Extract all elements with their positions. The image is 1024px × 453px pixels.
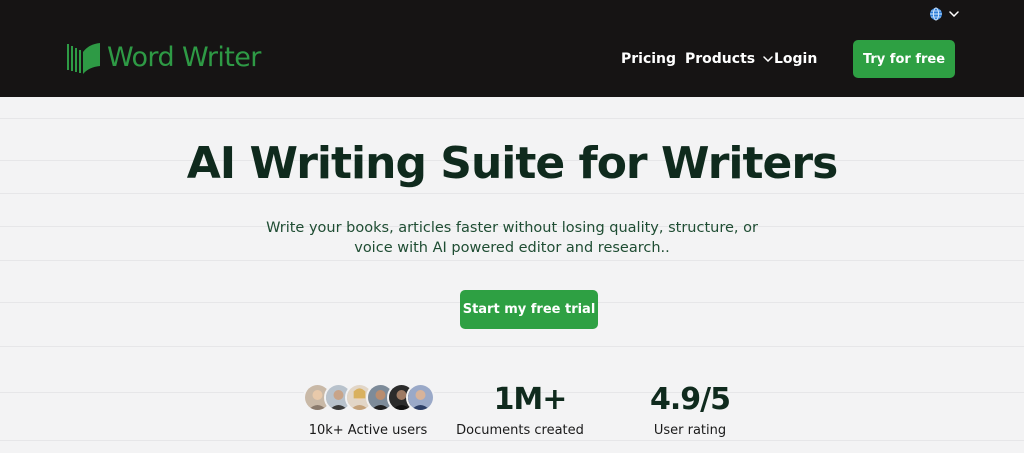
rating-label: User rating — [653, 423, 727, 438]
avatar — [406, 383, 435, 412]
brand-name: Word Writer — [107, 42, 261, 73]
site-header: Word Writer Pricing Products Login Try f… — [0, 0, 1024, 97]
book-logo-icon — [67, 43, 100, 74]
globe-icon — [930, 7, 942, 21]
rating-value: 4.9/5 — [650, 382, 731, 417]
brand-logo[interactable]: Word Writer — [67, 42, 261, 74]
start-free-trial-button[interactable]: Start my free trial — [460, 290, 598, 329]
language-selector[interactable] — [929, 7, 959, 21]
nav-login[interactable]: Login — [774, 50, 817, 68]
hero-title: AI Writing Suite for Writers — [186, 138, 839, 189]
active-users-label: 10k+ Active users — [308, 423, 428, 438]
documents-count: 1M+ — [493, 382, 568, 417]
nav-pricing[interactable]: Pricing — [621, 50, 676, 68]
hero-subtitle: Write your books, articles faster withou… — [266, 220, 758, 256]
chevron-down-icon — [763, 56, 773, 62]
nav-products-label: Products — [685, 51, 756, 67]
try-for-free-button[interactable]: Try for free — [853, 40, 955, 78]
documents-label: Documents created — [456, 423, 584, 438]
nav-products[interactable]: Products — [685, 50, 773, 68]
chevron-down-icon — [949, 11, 959, 17]
